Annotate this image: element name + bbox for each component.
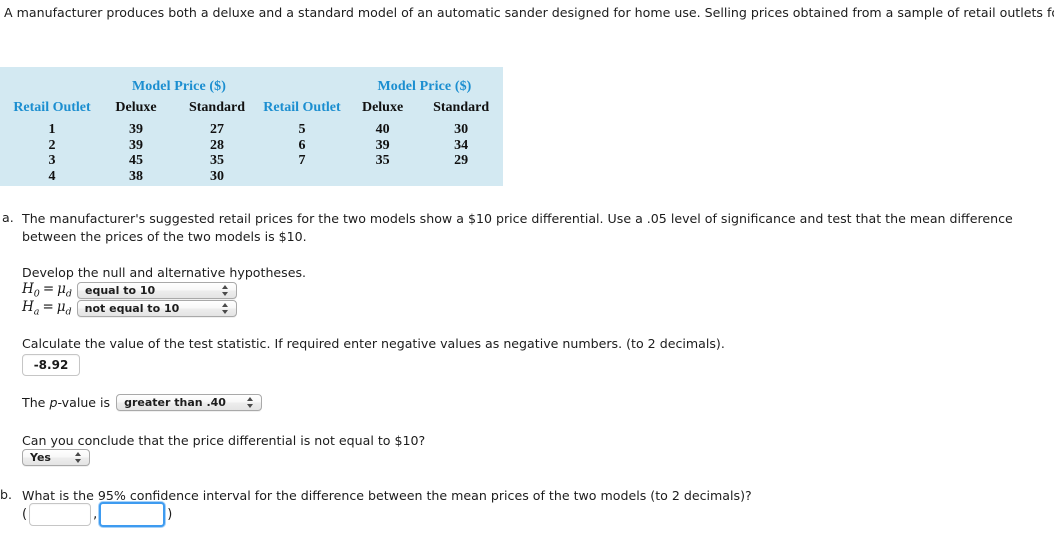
p-value-row: The p-value is greater than .40	[22, 394, 263, 411]
table-header-row-right: Retail Outlet Deluxe Standard	[258, 100, 503, 123]
stepper-arrows-icon	[221, 302, 230, 315]
cell-outlet: 1	[48, 122, 56, 137]
price-data-table-panel: Model Price ($) Retail Outlet Deluxe Sta…	[0, 67, 503, 186]
group-header-model-price-right: Model Price ($)	[377, 79, 472, 94]
cell-outlet: 6	[298, 137, 306, 153]
table-row: 7 35 29	[258, 153, 503, 169]
cell-deluxe: 39	[129, 122, 143, 137]
cell-deluxe: 35	[375, 153, 390, 168]
cell-deluxe: 38	[129, 168, 143, 184]
table-row: 2 39 28	[6, 138, 260, 154]
confidence-interval-lower-input[interactable]	[29, 503, 92, 526]
alternative-hypothesis-row: Ha = μd not equal to 10	[22, 299, 237, 318]
cell-deluxe: 45	[129, 153, 143, 168]
column-header-standard-right: Standard	[433, 99, 490, 115]
cell-standard: 29	[454, 153, 469, 168]
develop-hypotheses-instruction: Develop the null and alternative hypothe…	[22, 265, 307, 280]
conclusion-selected-value: Yes	[30, 451, 51, 464]
conclusion-dropdown[interactable]: Yes	[22, 449, 90, 466]
open-paren: (	[22, 507, 28, 522]
stepper-arrows-icon	[74, 451, 83, 464]
alternative-hypothesis-dropdown[interactable]: not equal to 10	[76, 299, 237, 317]
column-header-deluxe-right: Deluxe	[361, 99, 404, 115]
cell-standard: 30	[454, 122, 469, 137]
table-header-row-left: Retail Outlet Deluxe Standard	[6, 100, 260, 123]
cell-standard: 30	[210, 168, 224, 184]
close-paren: )	[167, 507, 173, 522]
null-hypothesis-row: H0 = μd equal to 10	[22, 281, 238, 300]
column-header-retail-outlet-right: Retail Outlet	[263, 99, 341, 115]
cell-standard: 35	[210, 153, 224, 168]
table-row: 1 39 27	[6, 122, 260, 138]
stepper-arrows-icon	[246, 396, 255, 409]
cell-outlet: 7	[298, 153, 306, 168]
cell-deluxe: 39	[375, 137, 390, 153]
cell-standard: 34	[454, 137, 469, 153]
cell-outlet: 2	[48, 137, 56, 153]
part-b-marker: b.	[0, 487, 12, 502]
cell-outlet: 4	[48, 168, 56, 184]
null-hypothesis-notation: H0 = μd	[22, 281, 73, 300]
cell-outlet: 5	[298, 122, 306, 137]
cell-deluxe: 39	[129, 137, 143, 153]
table-row: 4 38 30	[6, 169, 260, 185]
conclusion-dropdown-wrapper: Yes	[22, 449, 90, 469]
cell-deluxe: 40	[375, 122, 390, 137]
table-row: 3 45 35	[6, 153, 260, 169]
null-hypothesis-dropdown[interactable]: equal to 10	[77, 281, 238, 299]
table-row: 5 40 30	[258, 122, 503, 138]
null-hypothesis-selected-value: equal to 10	[85, 283, 156, 297]
column-header-deluxe-left: Deluxe	[115, 99, 157, 115]
table-row: 6 39 34	[258, 138, 503, 154]
table-spacer-cell	[258, 79, 346, 100]
alternative-hypothesis-notation: Ha = μd	[22, 299, 72, 318]
test-statistic-input[interactable]	[22, 354, 80, 376]
cell-standard: 27	[210, 122, 224, 137]
price-table-left: Model Price ($) Retail Outlet Deluxe Sta…	[6, 79, 260, 184]
conclusion-question: Can you conclude that the price differen…	[22, 433, 426, 448]
p-value-label: The p-value is	[22, 395, 111, 410]
part-a-marker: a.	[2, 210, 14, 225]
interval-comma: ,	[93, 507, 98, 522]
column-header-standard-left: Standard	[188, 99, 246, 115]
cell-standard: 28	[210, 137, 224, 153]
table-spacer-cell	[6, 79, 98, 100]
group-header-model-price-left: Model Price ($)	[131, 79, 226, 94]
p-value-dropdown[interactable]: greater than .40	[116, 394, 263, 411]
test-statistic-instruction: Calculate the value of the test statisti…	[22, 336, 725, 351]
stepper-arrows-icon	[221, 284, 230, 297]
confidence-interval-row: ( , )	[20, 502, 174, 527]
alternative-hypothesis-selected-value: not equal to 10	[84, 301, 180, 315]
part-a-prompt: The manufacturer's suggested retail pric…	[22, 211, 1013, 244]
p-value-selected-value: greater than .40	[124, 396, 226, 409]
confidence-interval-upper-input[interactable]	[99, 502, 166, 527]
problem-intro-text: A manufacturer produces both a deluxe an…	[4, 5, 1054, 20]
price-table-right: Model Price ($) Retail Outlet Deluxe Sta…	[258, 79, 503, 169]
cell-outlet: 3	[48, 153, 56, 168]
column-header-retail-outlet-left: Retail Outlet	[13, 99, 91, 115]
